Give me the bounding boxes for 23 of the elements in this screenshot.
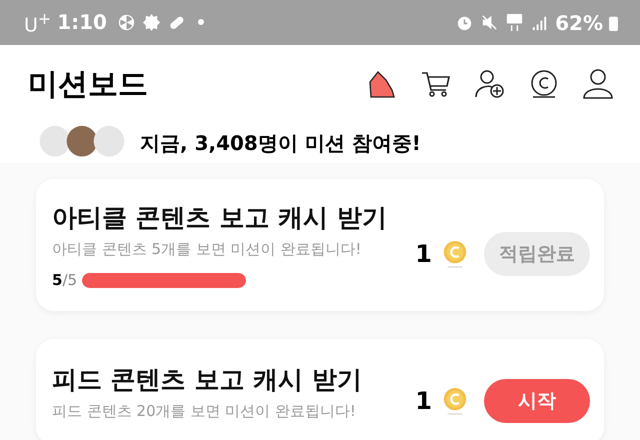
add-friend-icon[interactable] <box>474 68 506 100</box>
mission-action-button[interactable]: 시작 <box>484 379 590 423</box>
page-title: 미션보드 <box>28 66 148 104</box>
coin-icon <box>442 239 468 269</box>
clock-time: 1:10 <box>57 10 107 34</box>
mission-title: 아티클 콘텐츠 보고 캐시 받기 <box>52 202 387 234</box>
profile-icon[interactable] <box>582 68 614 100</box>
reward-amount: 1 <box>415 387 432 415</box>
mission-title: 피드 콘텐츠 보고 캐시 받기 <box>52 364 362 396</box>
mission-description: 아티클 콘텐츠 5개를 보면 미션이 완료됩니다! <box>52 240 362 259</box>
battery-percent: 62% <box>555 10 603 34</box>
coin-icon <box>442 386 468 416</box>
progress-count: 5 <box>52 271 62 289</box>
battery-icon <box>609 14 618 30</box>
participants-text: 지금, 3,408명이 미션 참여중! <box>140 130 421 156</box>
mission-description: 피드 콘텐츠 20개를 보면 미션이 완료됩니다! <box>52 402 357 421</box>
mute-icon <box>480 13 500 32</box>
carrier-label: U$^{+}$ <box>24 8 52 36</box>
notification-dot-icon <box>198 19 204 26</box>
reward-amount: 1 <box>415 240 432 268</box>
progress-total: /5 <box>62 271 78 289</box>
fan-icon <box>116 12 136 32</box>
badge-icon <box>142 12 161 32</box>
